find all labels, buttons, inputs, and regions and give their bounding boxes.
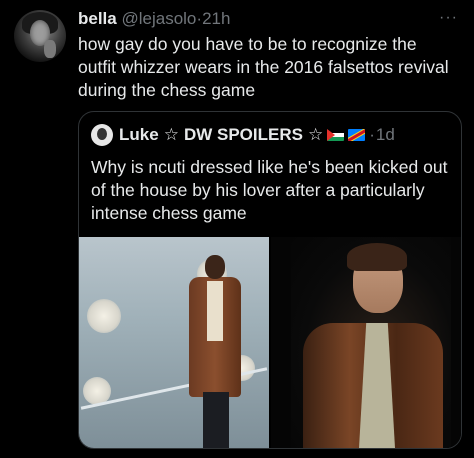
person-figure (185, 247, 245, 448)
ceiling-light (87, 299, 121, 333)
quoted-separator-dot: · (369, 125, 375, 144)
quoted-author-name[interactable]: Luke (119, 125, 159, 145)
more-options-icon[interactable]: ··· (439, 9, 458, 27)
tweet-text: how gay do you have to be to recognize t… (78, 34, 449, 100)
media-grid (79, 237, 461, 448)
quoted-tweet[interactable]: Luke ☆ DW SPOILERS ☆ · 1d Why is ncuti dr… (78, 111, 462, 449)
star-icon: ☆ (163, 125, 179, 144)
congo-flag-icon (348, 129, 366, 141)
media-image-left[interactable] (79, 237, 269, 448)
tweet-timestamp[interactable]: 21h (202, 9, 230, 28)
quoted-author-suffix: DW SPOILERS (183, 125, 303, 144)
quoted-tweet-header: Luke ☆ DW SPOILERS ☆ · 1d (91, 124, 395, 146)
author-name[interactable]: bella (78, 9, 117, 28)
author-handle[interactable]: @lejasolo (121, 9, 196, 28)
quoted-timestamp[interactable]: 1d (376, 125, 395, 145)
quoted-tweet-text: Why is ncuti dressed like he's been kick… (91, 157, 448, 223)
quoted-avatar[interactable] (91, 124, 113, 146)
media-image-right[interactable] (271, 237, 461, 448)
tweet-header: bella @lejasolo·21h (78, 9, 230, 29)
star-icon: ☆ (307, 125, 324, 144)
palestine-flag-icon (327, 129, 345, 141)
avatar-hand (44, 40, 56, 58)
avatar[interactable] (14, 10, 66, 62)
tweet[interactable]: bella @lejasolo·21h ··· how gay do you h… (0, 0, 474, 458)
